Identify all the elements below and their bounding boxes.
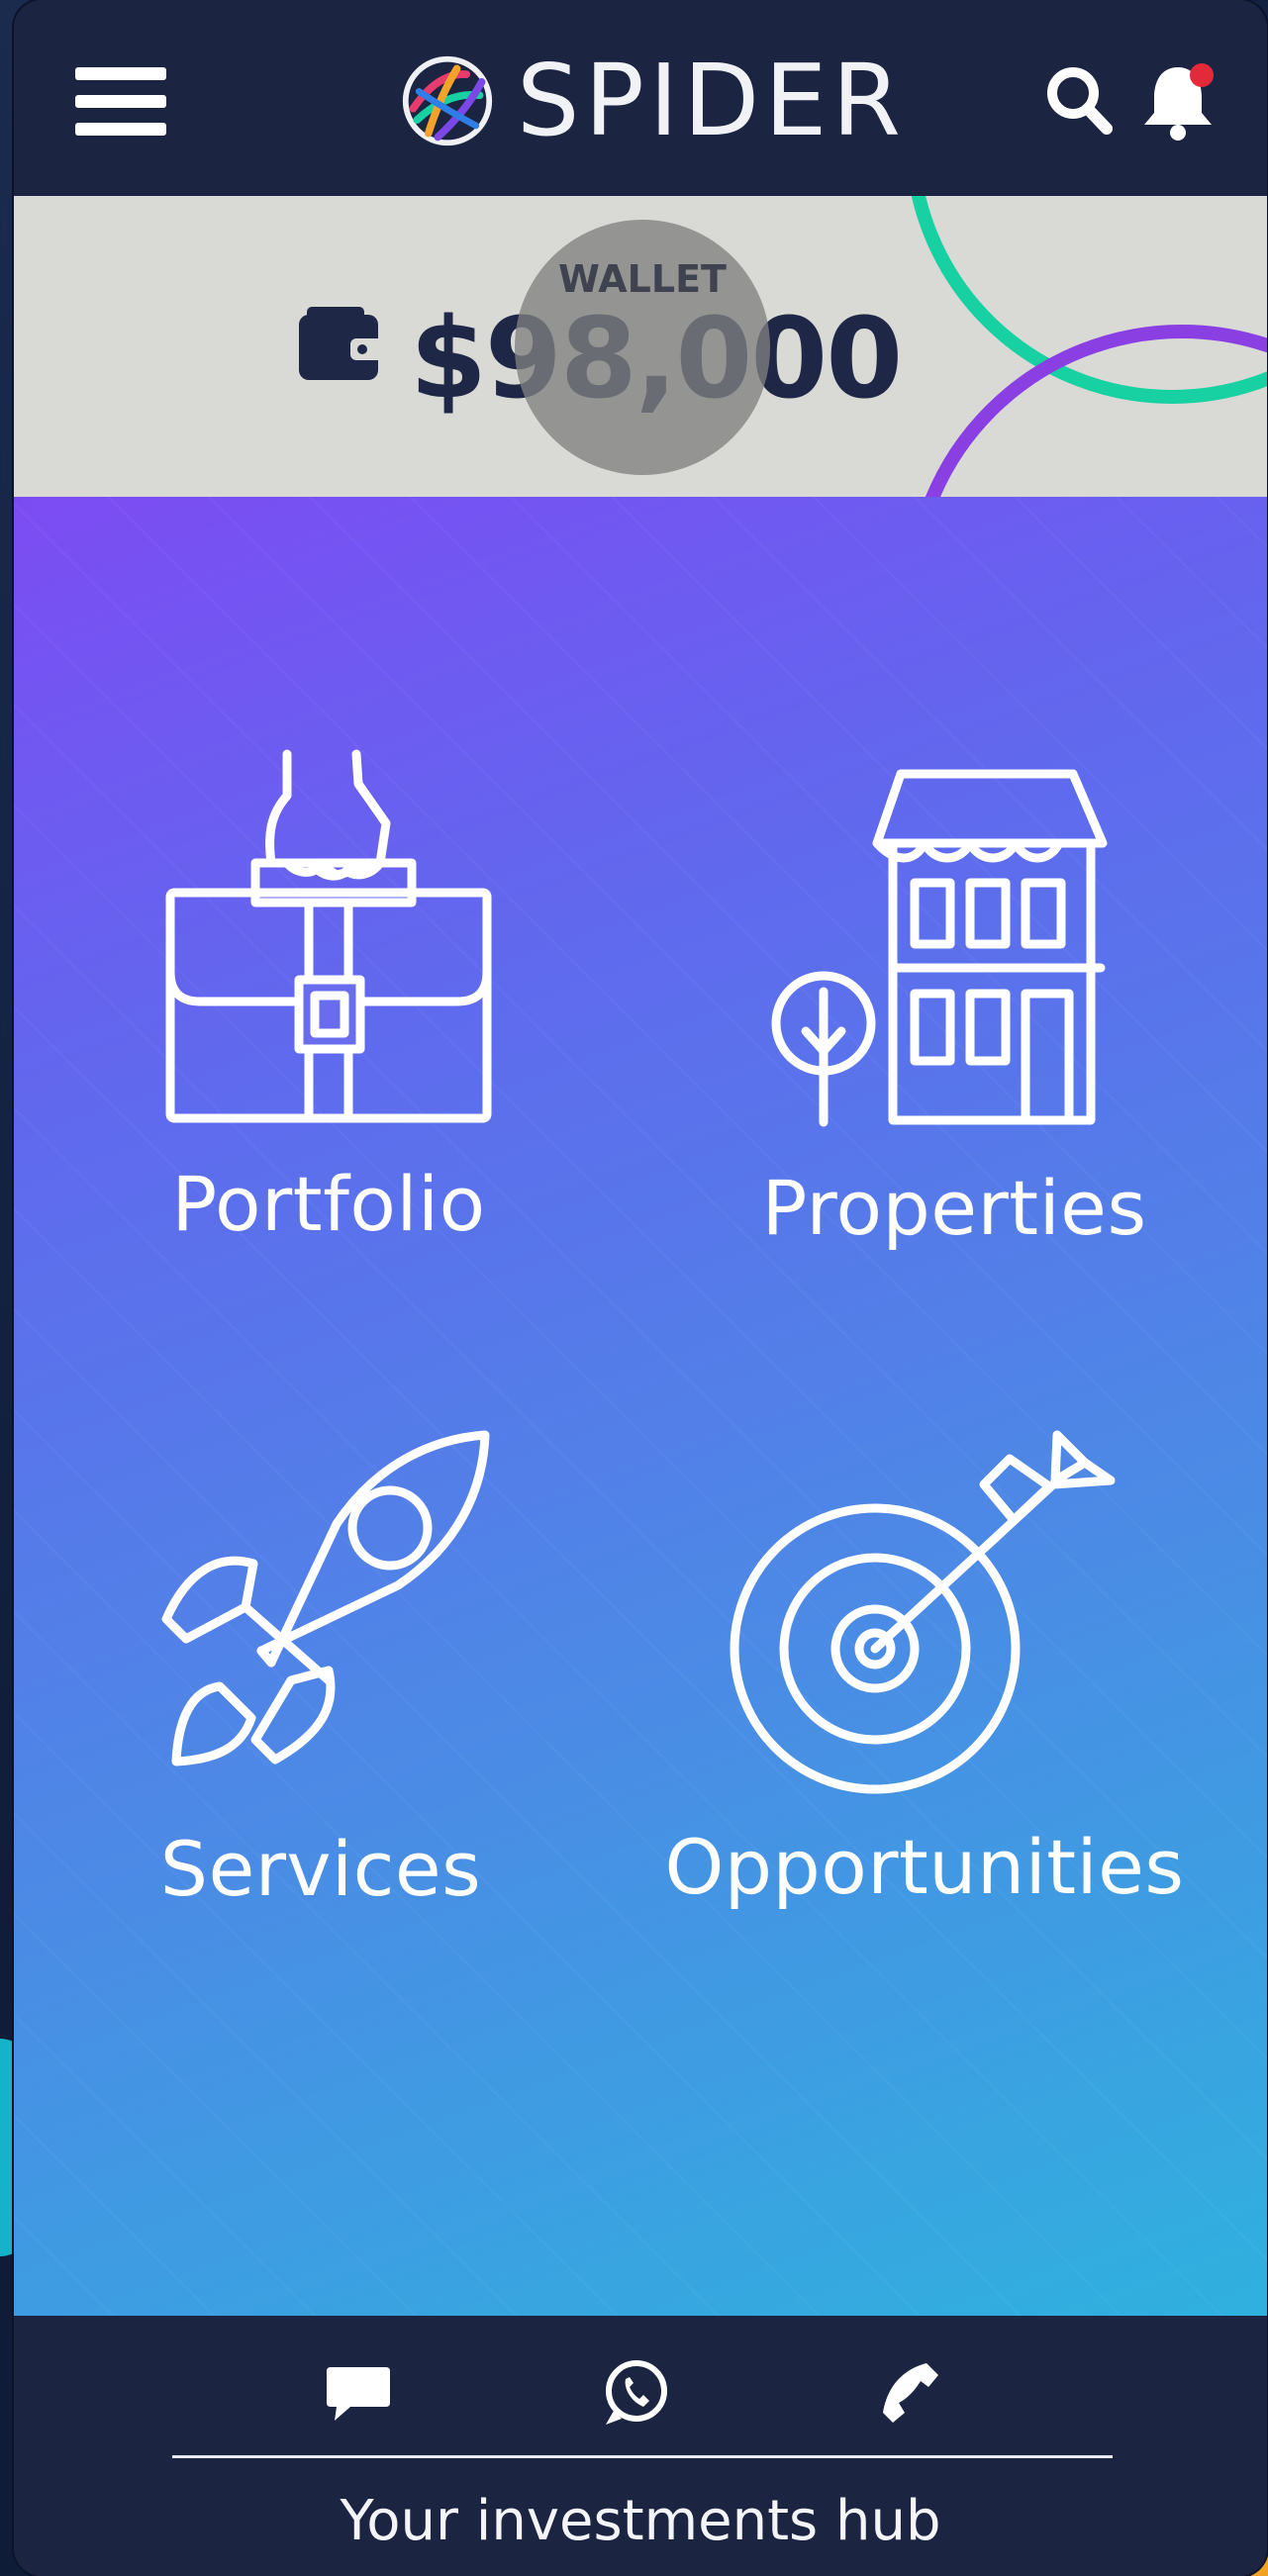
- notification-dot: [1190, 63, 1214, 87]
- tile-opportunities[interactable]: Opportunities: [647, 1425, 1202, 1911]
- app-footer: Your investments hub: [14, 2316, 1267, 2576]
- tile-label-services: Services: [159, 1825, 482, 1913]
- tile-portfolio[interactable]: Portfolio: [51, 744, 606, 1248]
- tile-label-properties: Properties: [761, 1164, 1147, 1252]
- wallet-caption: WALLET: [558, 257, 727, 301]
- building-tree-icon: [771, 769, 1108, 1127]
- chat-icon[interactable]: [323, 2357, 394, 2429]
- footer-tagline: Your investments hub: [340, 2489, 941, 2553]
- phone-frame: SPIDER $98,000 WALLET: [14, 0, 1267, 2576]
- rocket-icon: [161, 1430, 490, 1766]
- whatsapp-icon[interactable]: [600, 2357, 671, 2429]
- brand[interactable]: SPIDER: [400, 48, 906, 154]
- brand-name: SPIDER: [517, 43, 906, 158]
- hamburger-menu-icon[interactable]: [75, 63, 166, 139]
- decorative-ring-purple: [905, 325, 1267, 497]
- app-header: SPIDER: [14, 0, 1267, 196]
- spider-logo-icon: [402, 55, 493, 146]
- phone-icon[interactable]: [877, 2357, 948, 2429]
- tile-services[interactable]: Services: [44, 1425, 598, 1913]
- tile-label-portfolio: Portfolio: [171, 1160, 486, 1248]
- wallet-bar[interactable]: $98,000 WALLET: [14, 196, 1267, 497]
- briefcase-hand-icon: [165, 749, 492, 1123]
- footer-divider: [172, 2455, 1113, 2458]
- tile-label-opportunities: Opportunities: [664, 1823, 1185, 1911]
- tile-properties[interactable]: Properties: [677, 764, 1231, 1252]
- wallet-icon: [299, 307, 384, 380]
- search-icon[interactable]: [1043, 59, 1115, 139]
- dashboard-tiles: Portfolio Properties Services Opportunit…: [14, 497, 1267, 2316]
- target-arrow-icon: [730, 1430, 1116, 1794]
- notifications-button[interactable]: [1138, 57, 1218, 143]
